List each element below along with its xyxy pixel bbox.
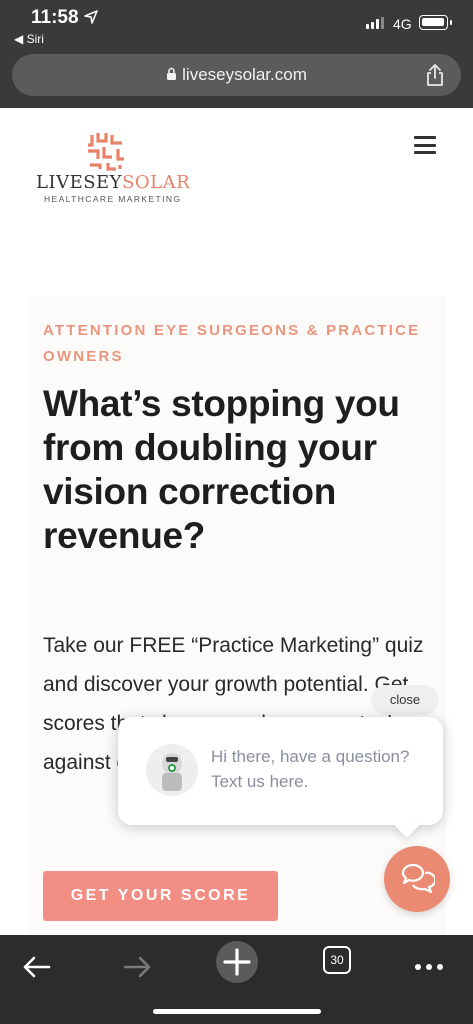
url-display[interactable]: liveseysolar.com xyxy=(12,54,461,96)
battery-icon xyxy=(419,15,452,30)
chat-prompt-message: Hi there, have a question? Text us here. xyxy=(211,747,410,791)
chat-agent-avatar xyxy=(146,744,198,796)
location-arrow-icon xyxy=(84,10,98,24)
hero-headline: What’s stopping you from doubling your v… xyxy=(43,383,400,556)
chat-close-button[interactable]: close xyxy=(371,685,439,715)
address-bar[interactable]: liveseysolar.com xyxy=(12,54,461,96)
tabs-count-button[interactable]: 30 xyxy=(323,946,351,974)
back-to-app-link[interactable]: ◀ Siri xyxy=(14,32,44,46)
get-your-score-button[interactable]: GET YOUR SCORE xyxy=(43,871,278,921)
browser-top-bar: 11:58 ◀ Siri 4G liveseysolar.com xyxy=(0,0,473,108)
logo-name-part-1: LIVESEY xyxy=(36,172,123,193)
forward-arrow-icon[interactable] xyxy=(117,947,157,987)
share-icon[interactable] xyxy=(425,63,445,87)
network-type: 4G xyxy=(393,16,412,32)
more-dots-icon[interactable] xyxy=(409,947,449,987)
url-text: liveseysolar.com xyxy=(182,65,307,84)
hero-eyebrow: ATTENTION EYE SURGEONS & PRACTICE OWNERS xyxy=(43,322,421,365)
logo-wordmark[interactable]: LIVESEYSOLAR xyxy=(36,172,190,193)
logo-mark-icon[interactable] xyxy=(86,131,126,171)
logo-tagline: HEALTHCARE MARKETING xyxy=(44,194,182,204)
chat-bubbles-icon xyxy=(401,863,435,894)
logo-name-part-2: SOLAR xyxy=(122,172,191,193)
plus-icon[interactable] xyxy=(215,940,259,984)
home-indicator xyxy=(153,1009,321,1014)
cellular-signal-icon xyxy=(366,17,384,29)
back-arrow-icon[interactable] xyxy=(17,947,57,987)
chat-open-button[interactable] xyxy=(384,846,450,912)
lock-icon xyxy=(167,67,177,80)
hamburger-menu-icon[interactable] xyxy=(414,136,436,154)
status-time: 11:58 xyxy=(31,7,79,28)
chat-prompt-bubble[interactable]: Hi there, have a question? Text us here. xyxy=(118,717,443,825)
